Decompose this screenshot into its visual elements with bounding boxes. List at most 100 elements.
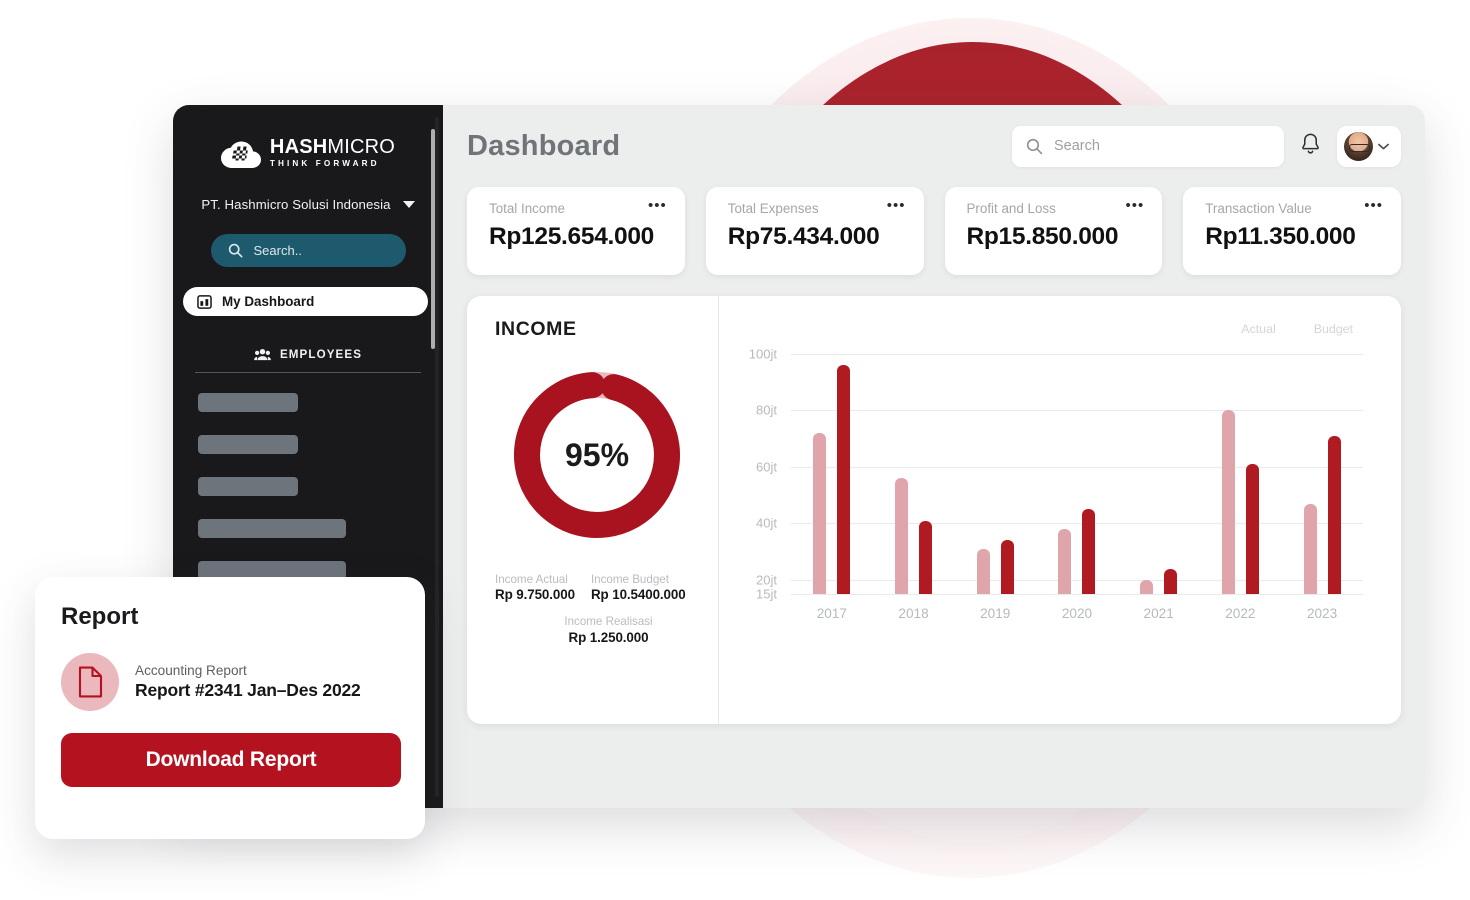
gridline	[791, 594, 1363, 595]
chevron-down-icon	[402, 201, 415, 208]
bar-actual-2019[interactable]	[976, 548, 990, 594]
bar-budget-2021[interactable]	[1164, 568, 1178, 594]
x-axis-label: 2018	[898, 606, 929, 621]
bar-actual-2023[interactable]	[1303, 503, 1317, 594]
y-axis-tick: 15jt	[756, 586, 777, 602]
bar-actual-2017[interactable]	[813, 433, 827, 594]
logo-wordmark: HASHMICRO	[270, 137, 395, 157]
document-icon	[78, 666, 103, 698]
report-name: Report #2341 Jan–Des 2022	[135, 680, 361, 700]
y-axis-tick: 80jt	[756, 402, 777, 418]
x-axis-label: 2021	[1143, 606, 1174, 621]
bar-group	[976, 354, 1014, 594]
kpi-menu-icon[interactable]: •••	[1125, 198, 1144, 212]
bar-actual-2018[interactable]	[895, 478, 909, 594]
income-title: INCOME	[495, 318, 577, 340]
kpi-value: Rp125.654.000	[489, 223, 655, 250]
dashboard-icon	[197, 294, 212, 309]
bar-group	[895, 354, 933, 594]
kpi-card-profit-and-loss[interactable]: Profit and Loss ••• Rp15.850.000	[944, 187, 1163, 275]
kpi-label: Profit and Loss	[966, 201, 1056, 216]
sidebar-search-input[interactable]: Search..	[210, 234, 406, 267]
download-report-button[interactable]: Download Report	[61, 733, 401, 787]
avatar	[1344, 131, 1373, 161]
legend-income-budget: Income Budget Rp 10.5400.000	[591, 573, 686, 602]
profile-menu-button[interactable]	[1337, 125, 1401, 167]
bar-budget-2022[interactable]	[1245, 464, 1259, 594]
kpi-label: Transaction Value	[1205, 201, 1312, 216]
bar-actual-2021[interactable]	[1140, 579, 1154, 594]
income-panel: INCOME 95% Income Actual Rp 9.750.000 In…	[467, 296, 1401, 724]
legend-entry-actual: Actual	[1241, 322, 1276, 336]
legend-value: Rp 9.750.000	[495, 587, 575, 603]
sidebar-scrollbar-track[interactable]	[431, 117, 439, 797]
search-icon	[1026, 138, 1043, 154]
y-axis-tick: 40jt	[756, 515, 777, 531]
search-input[interactable]: Search	[1012, 125, 1284, 167]
bar-groups	[791, 354, 1363, 594]
company-selector[interactable]: PT. Hashmicro Solusi Indonesia	[173, 197, 443, 212]
legend-caption: Income Actual	[495, 573, 568, 586]
x-axis-label: 2022	[1225, 606, 1256, 621]
bar-group	[1303, 354, 1341, 594]
kpi-card-total-expenses[interactable]: Total Expenses ••• Rp75.434.000	[705, 187, 924, 275]
people-icon	[254, 349, 271, 361]
logo-wordmark-bold: HASH	[269, 136, 328, 159]
bar-budget-2020[interactable]	[1082, 509, 1096, 594]
income-donut-chart: 95%	[507, 365, 687, 545]
y-axis-tick: 20jt	[756, 572, 777, 588]
kpi-cards: Total Income ••• Rp125.654.000 Total Exp…	[467, 187, 1401, 275]
legend-income-realisasi: Income Realisasi Rp 1.250.000	[495, 615, 700, 644]
sidebar-section-header[interactable]: EMPLOYEES	[195, 348, 421, 361]
hashmicro-cloud-logo-icon	[220, 141, 261, 168]
bar-group	[1058, 354, 1096, 594]
kpi-value: Rp11.350.000	[1205, 223, 1356, 250]
sidebar-placeholder-item	[198, 435, 298, 454]
legend-entry-budget: Budget	[1313, 322, 1353, 336]
y-axis-tick: 100jt	[748, 346, 777, 362]
report-icon-badge	[61, 653, 119, 711]
report-text: Accounting Report Report #2341 Jan–Des 2…	[135, 663, 361, 701]
bar-budget-2017[interactable]	[837, 365, 851, 594]
legend-value: Rp 10.5400.000	[590, 587, 686, 603]
kpi-value: Rp75.434.000	[727, 223, 880, 250]
report-type-label: Accounting Report	[135, 663, 247, 678]
bar-actual-2020[interactable]	[1058, 529, 1072, 594]
brand-logo: HASHMICRO THINK FORWARD	[173, 129, 443, 169]
sidebar-item-my-dashboard[interactable]: My Dashboard	[183, 287, 428, 316]
kpi-card-total-income[interactable]: Total Income ••• Rp125.654.000	[467, 187, 685, 275]
search-icon	[228, 243, 242, 258]
bar-budget-2023[interactable]	[1327, 435, 1341, 594]
y-axis-tick: 60jt	[756, 459, 777, 475]
sidebar-placeholder-items	[173, 393, 443, 580]
bar-group	[1140, 354, 1178, 594]
bar-actual-2022[interactable]	[1221, 410, 1235, 594]
sidebar-placeholder-item	[198, 477, 298, 496]
income-donut-section: INCOME 95% Income Actual Rp 9.750.000 In…	[467, 296, 719, 724]
income-legend: Income Actual Rp 9.750.000 Income Budget…	[495, 573, 718, 645]
sidebar-scrollbar-thumb[interactable]	[431, 129, 435, 349]
main-content: Dashboard Search Total Income ••• Rp125.…	[443, 105, 1425, 808]
report-summary: Accounting Report Report #2341 Jan–Des 2…	[61, 653, 395, 711]
income-bar-chart-section: Actual Budget 100jt 80jt 60jt 40jt 20jt 15jt …	[719, 296, 1401, 724]
top-bar: Dashboard Search	[467, 105, 1401, 187]
bar-budget-2019[interactable]	[1000, 540, 1014, 594]
sidebar-placeholder-item	[198, 393, 298, 412]
bar-chart-plot: 100jt 80jt 60jt 40jt 20jt 15jt	[749, 347, 1363, 602]
kpi-value: Rp15.850.000	[966, 223, 1119, 250]
x-axis-labels: 2017 2018 2019 2020 2021 2022 2023	[791, 606, 1363, 621]
bar-budget-2018[interactable]	[919, 520, 933, 594]
notifications-button[interactable]	[1298, 130, 1323, 162]
kpi-menu-icon[interactable]: •••	[648, 198, 667, 212]
kpi-menu-icon[interactable]: •••	[887, 198, 906, 212]
kpi-menu-icon[interactable]: •••	[1364, 198, 1383, 212]
chart-legend: Actual Budget	[741, 322, 1371, 336]
sidebar-placeholder-item	[198, 519, 346, 538]
x-axis-label: 2023	[1306, 606, 1338, 621]
kpi-label: Total Income	[489, 201, 565, 216]
x-axis-label: 2017	[816, 606, 847, 621]
page-title: Dashboard	[467, 129, 621, 162]
income-percent-label: 95%	[564, 436, 630, 473]
kpi-card-transaction-value[interactable]: Transaction Value ••• Rp11.350.000	[1183, 187, 1401, 275]
legend-value: Rp 1.250.000	[568, 629, 649, 645]
